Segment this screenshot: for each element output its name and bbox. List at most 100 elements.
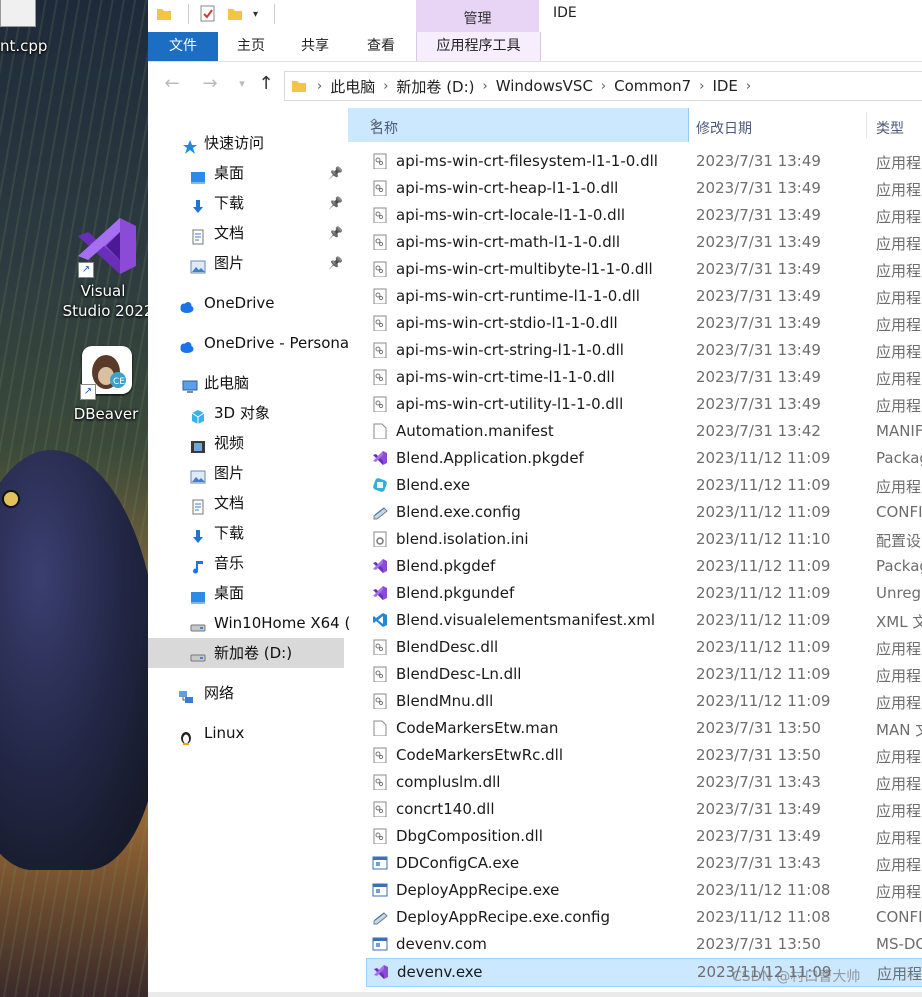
- file-row[interactable]: api-ms-win-crt-string-l1-1-0.dll 2023/7/3…: [366, 337, 922, 364]
- sidebar-item[interactable]: 快速访问: [148, 128, 344, 158]
- file-row[interactable]: Automation.manifest 2023/7/31 13:42 MANIF: [366, 418, 922, 445]
- sidebar-item[interactable]: OneDrive: [148, 288, 344, 318]
- column-divider[interactable]: [866, 112, 867, 138]
- file-row[interactable]: devenv.com 2023/7/31 13:50 MS-DC: [366, 931, 922, 958]
- desktop-file-icon[interactable]: [0, 0, 36, 27]
- breadcrumb-this-pc[interactable]: 此电脑: [330, 76, 375, 97]
- breadcrumb-drive-d[interactable]: 新加卷 (D:): [396, 76, 474, 97]
- file-row[interactable]: DbgComposition.dll 2023/7/31 13:49 应用程: [366, 823, 922, 850]
- file-row[interactable]: BlendDesc-Ln.dll 2023/11/12 11:09 应用程: [366, 661, 922, 688]
- file-row[interactable]: api-ms-win-crt-math-l1-1-0.dll 2023/7/31 …: [366, 229, 922, 256]
- tab-application-tools[interactable]: 应用程序工具: [416, 32, 541, 61]
- ribbon-tabs: 文件 主页 共享 查看 应用程序工具: [148, 32, 922, 62]
- sidebar-item[interactable]: 文档: [148, 488, 344, 518]
- sidebar-item[interactable]: 此电脑: [148, 368, 344, 398]
- sidebar-item[interactable]: 新加卷 (D:): [148, 638, 344, 668]
- column-dropdown-chevron-icon[interactable]: ﹀: [370, 118, 382, 135]
- tab-home[interactable]: 主页: [222, 32, 280, 61]
- forward-arrow-icon[interactable]: →: [198, 72, 222, 96]
- file-row[interactable]: api-ms-win-crt-runtime-l1-1-0.dll 2023/7/…: [366, 283, 922, 310]
- file-name: Blend.exe.config: [396, 503, 521, 521]
- file-row[interactable]: api-ms-win-crt-filesystem-l1-1-0.dll 2023…: [366, 148, 922, 175]
- horizontal-scrollbar[interactable]: [148, 992, 922, 997]
- sidebar-item[interactable]: 桌面: [148, 578, 344, 608]
- sidebar-item[interactable]: 3D 对象: [148, 398, 344, 428]
- recent-locations-chevron-icon[interactable]: ▾: [230, 72, 254, 96]
- file-row[interactable]: CodeMarkersEtwRc.dll 2023/7/31 13:50 应用程: [366, 742, 922, 769]
- file-row[interactable]: Blend.pkgdef 2023/11/12 11:09 Packag: [366, 553, 922, 580]
- breadcrumb-common7[interactable]: Common7: [614, 77, 691, 95]
- pin-icon[interactable]: 📌: [328, 218, 343, 248]
- file-type: 应用程: [876, 397, 922, 415]
- breadcrumb-ide[interactable]: IDE: [712, 77, 737, 95]
- file-row[interactable]: api-ms-win-crt-utility-l1-1-0.dll 2023/7/…: [366, 391, 922, 418]
- sidebar-item[interactable]: 图片 📌: [148, 248, 344, 278]
- column-header-type[interactable]: 类型: [876, 118, 904, 138]
- shortcut-vs-label-line2[interactable]: Studio 2022: [58, 301, 148, 321]
- up-arrow-icon[interactable]: ↑: [254, 72, 278, 96]
- sidebar-item[interactable]: Linux: [148, 718, 344, 748]
- desktop-file-label[interactable]: nt.cpp: [0, 36, 47, 56]
- new-folder-icon[interactable]: [227, 6, 243, 22]
- blend-app-icon: [372, 477, 388, 494]
- pin-icon[interactable]: 📌: [328, 248, 343, 278]
- breadcrumb-chevron-icon[interactable]: ›: [317, 79, 322, 94]
- file-row[interactable]: concrt140.dll 2023/7/31 13:49 应用程: [366, 796, 922, 823]
- sidebar-item[interactable]: 网络: [148, 678, 344, 708]
- properties-icon[interactable]: [199, 5, 217, 23]
- file-row[interactable]: Blend.visualelementsmanifest.xml 2023/11/…: [366, 607, 922, 634]
- customize-toolbar-chevron-icon[interactable]: ▾: [253, 9, 258, 20]
- breadcrumb-chevron-icon[interactable]: ›: [601, 79, 606, 94]
- shortcut-vs-label-line1[interactable]: Visual: [58, 281, 148, 301]
- file-modified-date: 2023/11/12 11:08: [696, 881, 831, 899]
- sidebar-item[interactable]: 下载: [148, 518, 344, 548]
- breadcrumb-chevron-icon[interactable]: ›: [383, 79, 388, 94]
- back-arrow-icon[interactable]: ←: [160, 72, 184, 96]
- tab-share[interactable]: 共享: [286, 32, 344, 61]
- file-name: Blend.pkgdef: [396, 557, 496, 575]
- tab-file[interactable]: 文件: [148, 32, 218, 61]
- file-row[interactable]: Blend.pkgundef 2023/11/12 11:09 Unreg: [366, 580, 922, 607]
- drive-icon: [190, 645, 206, 662]
- sidebar-item[interactable]: 文档 📌: [148, 218, 344, 248]
- file-row[interactable]: DeployAppRecipe.exe.config 2023/11/12 11:…: [366, 904, 922, 931]
- file-modified-date: 2023/11/12 11:10: [696, 530, 831, 548]
- shortcut-dbeaver-label[interactable]: DBeaver: [64, 404, 148, 424]
- sidebar-item[interactable]: 图片: [148, 458, 344, 488]
- file-row[interactable]: api-ms-win-crt-time-l1-1-0.dll 2023/7/31 …: [366, 364, 922, 391]
- file-row[interactable]: DDConfigCA.exe 2023/7/31 13:43 应用程: [366, 850, 922, 877]
- breadcrumb-chevron-icon[interactable]: ›: [746, 79, 751, 94]
- file-row[interactable]: api-ms-win-crt-stdio-l1-1-0.dll 2023/7/31…: [366, 310, 922, 337]
- file-row[interactable]: BlendDesc.dll 2023/11/12 11:09 应用程: [366, 634, 922, 661]
- tab-view[interactable]: 查看: [352, 32, 410, 61]
- file-name: devenv.exe: [397, 963, 483, 981]
- sidebar-item[interactable]: 下载 📌: [148, 188, 344, 218]
- sidebar-item[interactable]: 音乐: [148, 548, 344, 578]
- file-row[interactable]: Blend.exe.config 2023/11/12 11:09 CONFI: [366, 499, 922, 526]
- breadcrumb-windowsvsc[interactable]: WindowsVSC: [496, 77, 593, 95]
- sidebar-item[interactable]: OneDrive - Persona: [148, 328, 349, 358]
- pin-icon[interactable]: 📌: [328, 188, 343, 218]
- file-row[interactable]: BlendMnu.dll 2023/11/12 11:09 应用程: [366, 688, 922, 715]
- file-row[interactable]: api-ms-win-crt-multibyte-l1-1-0.dll 2023/…: [366, 256, 922, 283]
- sidebar-item[interactable]: 桌面 📌: [148, 158, 344, 188]
- file-row[interactable]: Blend.Application.pkgdef 2023/11/12 11:09…: [366, 445, 922, 472]
- file-name: api-ms-win-crt-multibyte-l1-1-0.dll: [396, 260, 653, 278]
- pin-icon[interactable]: 📌: [328, 158, 343, 188]
- sidebar-item[interactable]: Win10Home X64 (: [148, 608, 350, 638]
- column-header-name[interactable]: 名称 ^ ﹀: [348, 108, 689, 142]
- address-bar[interactable]: › 此电脑 › 新加卷 (D:) › WindowsVSC › Common7 …: [284, 71, 922, 101]
- file-row[interactable]: DeployAppRecipe.exe 2023/11/12 11:08 应用程: [366, 877, 922, 904]
- breadcrumb-chevron-icon[interactable]: ›: [483, 79, 488, 94]
- column-header-date[interactable]: 修改日期: [696, 118, 752, 138]
- breadcrumb-chevron-icon[interactable]: ›: [699, 79, 704, 94]
- file-row[interactable]: Blend.exe 2023/11/12 11:09 应用程: [366, 472, 922, 499]
- file-row[interactable]: compluslm.dll 2023/7/31 13:43 应用程: [366, 769, 922, 796]
- exe-window-icon: [372, 882, 388, 899]
- file-row[interactable]: api-ms-win-crt-heap-l1-1-0.dll 2023/7/31 …: [366, 175, 922, 202]
- file-row[interactable]: blend.isolation.ini 2023/11/12 11:10 配置设: [366, 526, 922, 553]
- file-row[interactable]: api-ms-win-crt-locale-l1-1-0.dll 2023/7/3…: [366, 202, 922, 229]
- document-icon: [190, 225, 206, 245]
- sidebar-item[interactable]: 视频: [148, 428, 344, 458]
- file-row[interactable]: CodeMarkersEtw.man 2023/7/31 13:50 MAN 文: [366, 715, 922, 742]
